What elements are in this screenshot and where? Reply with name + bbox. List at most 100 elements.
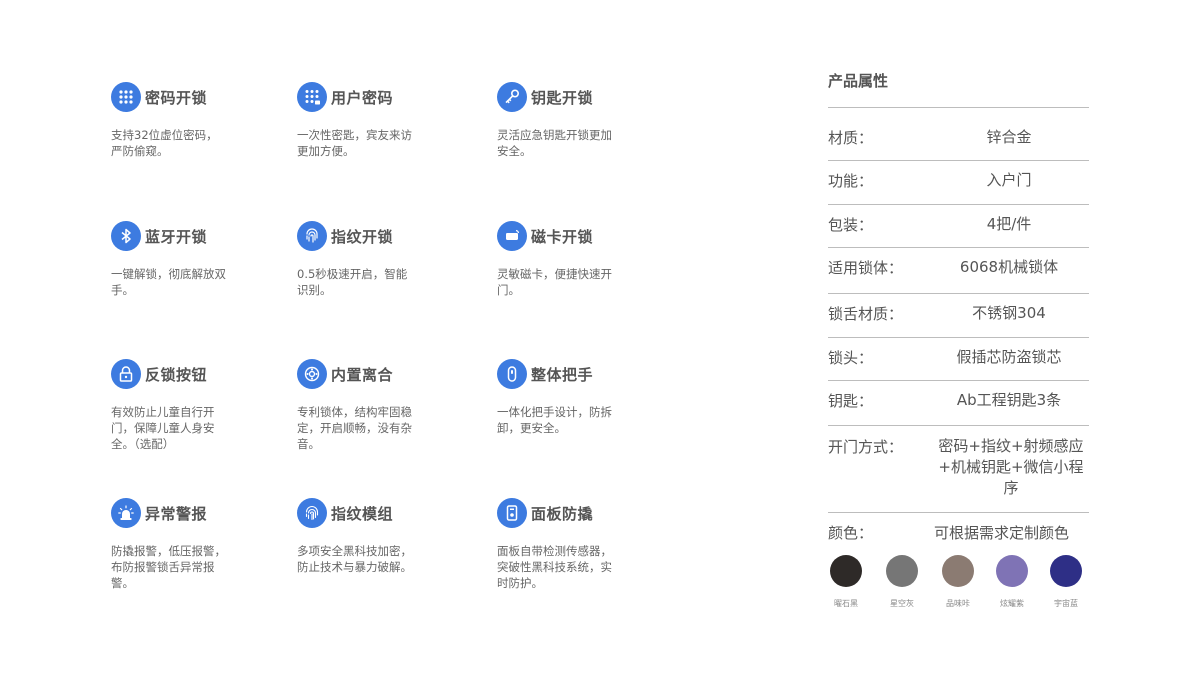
feature-desc: 支持32位虚位密码，严防偷窥。 [111, 128, 218, 158]
feature-desc: 面板自带检测传感器，突破性黑科技系统，实时防护。 [497, 544, 612, 590]
attr-value: 6068机械锁体 [959, 258, 1059, 276]
divider [828, 247, 1089, 248]
swatch-dot [942, 555, 974, 587]
attr-label: 锁头： [828, 349, 874, 367]
feature-built-in-clutch: 内置离合 专利锁体，结构牢固稳定，开启顺畅，没有杂音。 [297, 358, 447, 452]
divider [828, 337, 1089, 338]
feature-password-unlock: 密码开锁 支持32位虚位密码，严防偷窥。 [111, 81, 261, 159]
divider [828, 107, 1089, 108]
colors-label: 颜色： [828, 524, 874, 542]
feature-title: 蓝牙开锁 [145, 227, 208, 246]
color-swatch-dazzle-purple[interactable]: 炫耀紫 [992, 555, 1032, 609]
product-attributes-panel: 产品属性 材质： 锌合金 功能： 入户门 包装： 4把/件 适用锁体： 6068… [828, 0, 1090, 680]
feature-integrated-handle: 整体把手 一体化把手设计，防拆卸，更安全。 [497, 358, 647, 436]
feature-desc: 多项安全黑科技加密，防止技术与暴力破解。 [297, 544, 412, 574]
colors-value: 可根据需求定制颜色 [934, 524, 1070, 542]
swatch-name: 宇宙蓝 [1054, 599, 1078, 608]
feature-anti-pry-panel: 面板防撬 面板自带检测传感器，突破性黑科技系统，实时防护。 [497, 497, 647, 591]
padlock-icon [111, 359, 141, 389]
feature-desc: 灵活应急钥匙开锁更加安全。 [497, 128, 612, 158]
bluetooth-icon [111, 221, 141, 251]
attr-row-function: 功能： 入户门 [828, 170, 1090, 191]
clutch-icon [297, 359, 327, 389]
color-swatch-obsidian-black[interactable]: 曜石黑 [826, 555, 866, 609]
attr-value: 不锈钢304 [972, 304, 1046, 322]
feature-title: 异常警报 [145, 504, 208, 523]
color-swatch-cosmic-blue[interactable]: 宇宙蓝 [1046, 555, 1086, 609]
feature-title: 密码开锁 [145, 88, 208, 107]
attr-row-latch-material: 锁舌材质： 不锈钢304 [828, 303, 1090, 324]
attr-label: 适用锁体： [828, 259, 904, 277]
attr-value: 锌合金 [986, 128, 1032, 146]
attr-row-lock-body: 适用锁体： 6068机械锁体 [828, 257, 1090, 278]
divider [828, 160, 1089, 161]
user-keypad-icon [297, 82, 327, 112]
feature-abnormal-alarm: 异常警报 防撬报警，低压报警，布防报警锁舌异常报警。 [111, 497, 261, 591]
feature-desc: 专利锁体，结构牢固稳定，开启顺畅，没有杂音。 [297, 405, 412, 451]
color-swatch-starry-gray[interactable]: 星空灰 [882, 555, 922, 609]
attr-label: 功能： [828, 172, 874, 190]
divider [828, 380, 1089, 381]
feature-desc: 一次性密匙，宾友来访更加方便。 [297, 128, 412, 158]
key-icon [497, 82, 527, 112]
fingerprint-module-icon [297, 498, 327, 528]
color-swatch-taste-khaki[interactable]: 品味咔 [938, 555, 978, 609]
attr-label: 包装： [828, 216, 874, 234]
swatch-name: 品味咔 [946, 599, 970, 608]
card-icon [497, 221, 527, 251]
swatch-dot [830, 555, 862, 587]
features-grid: 密码开锁 支持32位虚位密码，严防偷窥。 用户密码 一次性密匙，宾友来访更加方便… [0, 0, 760, 680]
feature-title: 用户密码 [331, 88, 394, 107]
divider [828, 425, 1089, 426]
feature-title: 磁卡开锁 [531, 227, 594, 246]
attr-value: 假插芯防盗锁芯 [956, 348, 1062, 366]
feature-title: 钥匙开锁 [531, 88, 594, 107]
feature-desc: 灵敏磁卡，便捷快速开门。 [497, 267, 612, 297]
swatch-dot [996, 555, 1028, 587]
keypad-icon [111, 82, 141, 112]
handle-icon [497, 359, 527, 389]
feature-desc: 有效防止儿童自行开门，保障儿童人身安全。（选配） [111, 405, 215, 451]
divider [828, 204, 1089, 205]
attr-row-package: 包装： 4把/件 [828, 214, 1090, 235]
attr-row-unlock-methods: 开门方式： 密码+指纹+射频感应+机械钥匙+微信小程序 [828, 436, 1090, 499]
attr-value: 密码+指纹+射频感应+机械钥匙+微信小程序 [938, 437, 1084, 497]
feature-fingerprint-unlock: 指纹开锁 0.5秒极速开启，智能识别。 [297, 220, 447, 298]
attr-value: 4把/件 [986, 215, 1032, 233]
feature-title: 指纹模组 [331, 504, 394, 523]
panel-icon [497, 498, 527, 528]
alarm-icon [111, 498, 141, 528]
swatch-dot [886, 555, 918, 587]
feature-desc: 一体化把手设计，防拆卸，更安全。 [497, 405, 612, 435]
feature-title: 反锁按钮 [145, 365, 208, 384]
attr-row-lock-cylinder: 锁头： 假插芯防盗锁芯 [828, 347, 1090, 368]
feature-title: 面板防撬 [531, 504, 594, 523]
feature-user-password: 用户密码 一次性密匙，宾友来访更加方便。 [297, 81, 447, 159]
feature-key-unlock: 钥匙开锁 灵活应急钥匙开锁更加安全。 [497, 81, 647, 159]
attr-row-material: 材质： 锌合金 [828, 127, 1090, 148]
feature-desc: 防撬报警，低压报警，布防报警锁舌异常报警。 [111, 544, 226, 590]
swatch-dot [1050, 555, 1082, 587]
feature-desc: 一键解锁，彻底解放双手。 [111, 267, 226, 297]
divider [828, 293, 1089, 294]
feature-deadlock-button: 反锁按钮 有效防止儿童自行开门，保障儿童人身安全。（选配） [111, 358, 261, 452]
attr-label: 锁舌材质： [828, 305, 904, 323]
attr-label: 钥匙： [828, 392, 874, 410]
feature-card-unlock: 磁卡开锁 灵敏磁卡，便捷快速开门。 [497, 220, 647, 298]
swatch-name: 星空灰 [890, 599, 914, 608]
feature-desc: 0.5秒极速开启，智能识别。 [297, 267, 408, 297]
swatch-name: 炫耀紫 [1000, 599, 1024, 608]
attr-label: 开门方式： [828, 438, 904, 456]
attr-label: 材质： [828, 129, 874, 147]
feature-title: 指纹开锁 [331, 227, 394, 246]
feature-bluetooth-unlock: 蓝牙开锁 一键解锁，彻底解放双手。 [111, 220, 261, 298]
attr-row-keys: 钥匙： Ab工程钥匙3条 [828, 390, 1090, 411]
swatch-name: 曜石黑 [834, 599, 858, 608]
fingerprint-icon [297, 221, 327, 251]
divider [828, 512, 1089, 513]
feature-title: 内置离合 [331, 365, 394, 384]
attr-value: 入户门 [986, 171, 1032, 189]
attr-value: Ab工程钥匙3条 [956, 391, 1062, 409]
attributes-title: 产品属性 [828, 72, 889, 90]
feature-title: 整体把手 [531, 365, 594, 384]
